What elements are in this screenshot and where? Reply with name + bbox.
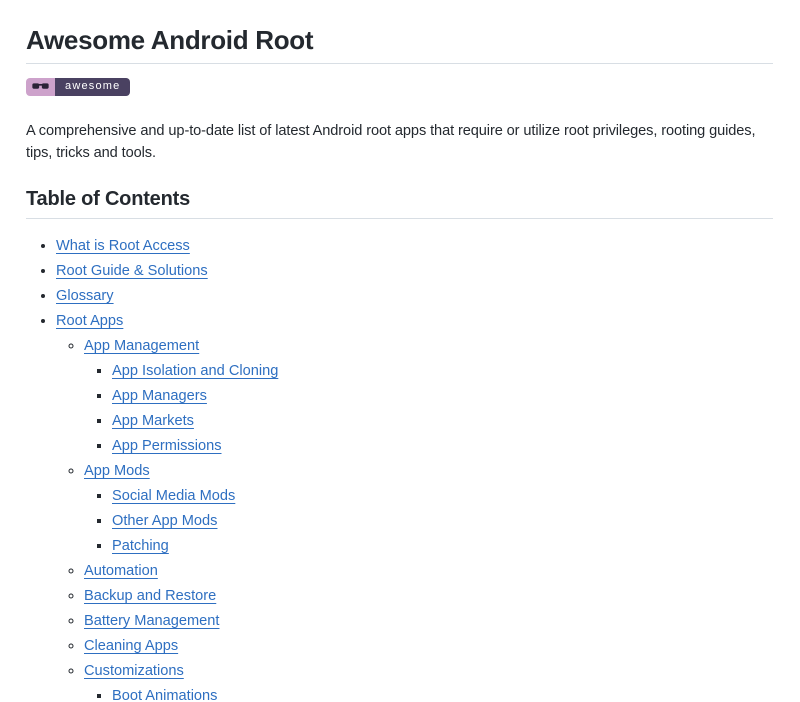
toc-link-app-permissions[interactable]: App Permissions bbox=[112, 438, 222, 454]
toc-link-other-app-mods[interactable]: Other App Mods bbox=[112, 513, 217, 529]
toc-list: What is Root Access Root Guide & Solution… bbox=[26, 235, 773, 702]
toc-item-automation: Automation bbox=[84, 560, 773, 582]
toc-item-glossary: Glossary bbox=[56, 285, 773, 307]
toc-link-what-is-root-access[interactable]: What is Root Access bbox=[56, 238, 190, 254]
toc-item-root-apps: Root Apps App Management App Isolation and… bbox=[56, 310, 773, 702]
toc-item-app-mods: App Mods Social Media Mods Other App Mods P… bbox=[84, 460, 773, 557]
toc-link-social-media-mods[interactable]: Social Media Mods bbox=[112, 488, 235, 504]
toc-item-cleaning-apps: Cleaning Apps bbox=[84, 635, 773, 657]
page-description: A comprehensive and up-to-date list of l… bbox=[26, 120, 773, 164]
page-title: Awesome Android Root bbox=[26, 24, 773, 64]
toc-link-boot-animations[interactable]: Boot Animations bbox=[112, 688, 217, 702]
toc-link-app-management[interactable]: App Management bbox=[84, 338, 199, 354]
toc-item-app-markets: App Markets bbox=[112, 410, 773, 432]
toc-item-backup-and-restore: Backup and Restore bbox=[84, 585, 773, 607]
toc-item-other-app-mods: Other App Mods bbox=[112, 510, 773, 532]
sunglasses-icon bbox=[26, 78, 55, 96]
toc-link-automation[interactable]: Automation bbox=[84, 563, 158, 579]
toc-item-app-managers: App Managers bbox=[112, 385, 773, 407]
toc-link-app-isolation-and-cloning[interactable]: App Isolation and Cloning bbox=[112, 363, 278, 379]
toc-item-customizations: Customizations Boot AnimationsLaunchers bbox=[84, 660, 773, 702]
toc-link-cleaning-apps[interactable]: Cleaning Apps bbox=[84, 638, 178, 654]
toc-link-patching[interactable]: Patching bbox=[112, 538, 169, 554]
toc-link-root-guide-solutions[interactable]: Root Guide & Solutions bbox=[56, 263, 208, 279]
toc-link-glossary[interactable]: Glossary bbox=[56, 288, 114, 304]
toc-item-what-is-root-access: What is Root Access bbox=[56, 235, 773, 257]
toc-item-patching: Patching bbox=[112, 535, 773, 557]
toc-list: Social Media Mods Other App Mods Patching bbox=[84, 485, 773, 557]
toc-title: Table of Contents bbox=[26, 188, 773, 219]
readme-content: Awesome Android Root awesome A comprehen… bbox=[26, 24, 773, 702]
toc-item-app-permissions: App Permissions bbox=[112, 435, 773, 457]
toc-link-root-apps[interactable]: Root Apps bbox=[56, 313, 123, 329]
toc-item-app-isolation-and-cloning: App Isolation and Cloning bbox=[112, 360, 773, 382]
awesome-badge-label: awesome bbox=[55, 78, 130, 96]
toc-link-app-managers[interactable]: App Managers bbox=[112, 388, 207, 404]
toc-list: Boot AnimationsLaunchers bbox=[84, 685, 773, 702]
toc-item-social-media-mods: Social Media Mods bbox=[112, 485, 773, 507]
toc-link-customizations[interactable]: Customizations bbox=[84, 663, 184, 679]
toc-list: App Isolation and Cloning App Managers App… bbox=[84, 360, 773, 457]
table-of-contents: What is Root Access Root Guide & Solution… bbox=[26, 235, 773, 702]
toc-link-app-markets[interactable]: App Markets bbox=[112, 413, 194, 429]
toc-item-boot-animations: Boot Animations bbox=[112, 685, 773, 702]
toc-list: App ManagementApp Isolation and CloningA… bbox=[56, 335, 773, 702]
toc-item-battery-management: Battery Management bbox=[84, 610, 773, 632]
toc-link-app-mods[interactable]: App Mods bbox=[84, 463, 150, 479]
toc-link-backup-and-restore[interactable]: Backup and Restore bbox=[84, 588, 216, 604]
toc-item-app-management: App ManagementApp Isolation and CloningA… bbox=[84, 335, 773, 457]
toc-item-root-guide-solutions: Root Guide & Solutions bbox=[56, 260, 773, 282]
awesome-badge[interactable]: awesome bbox=[26, 78, 130, 96]
toc-link-battery-management[interactable]: Battery Management bbox=[84, 613, 219, 629]
